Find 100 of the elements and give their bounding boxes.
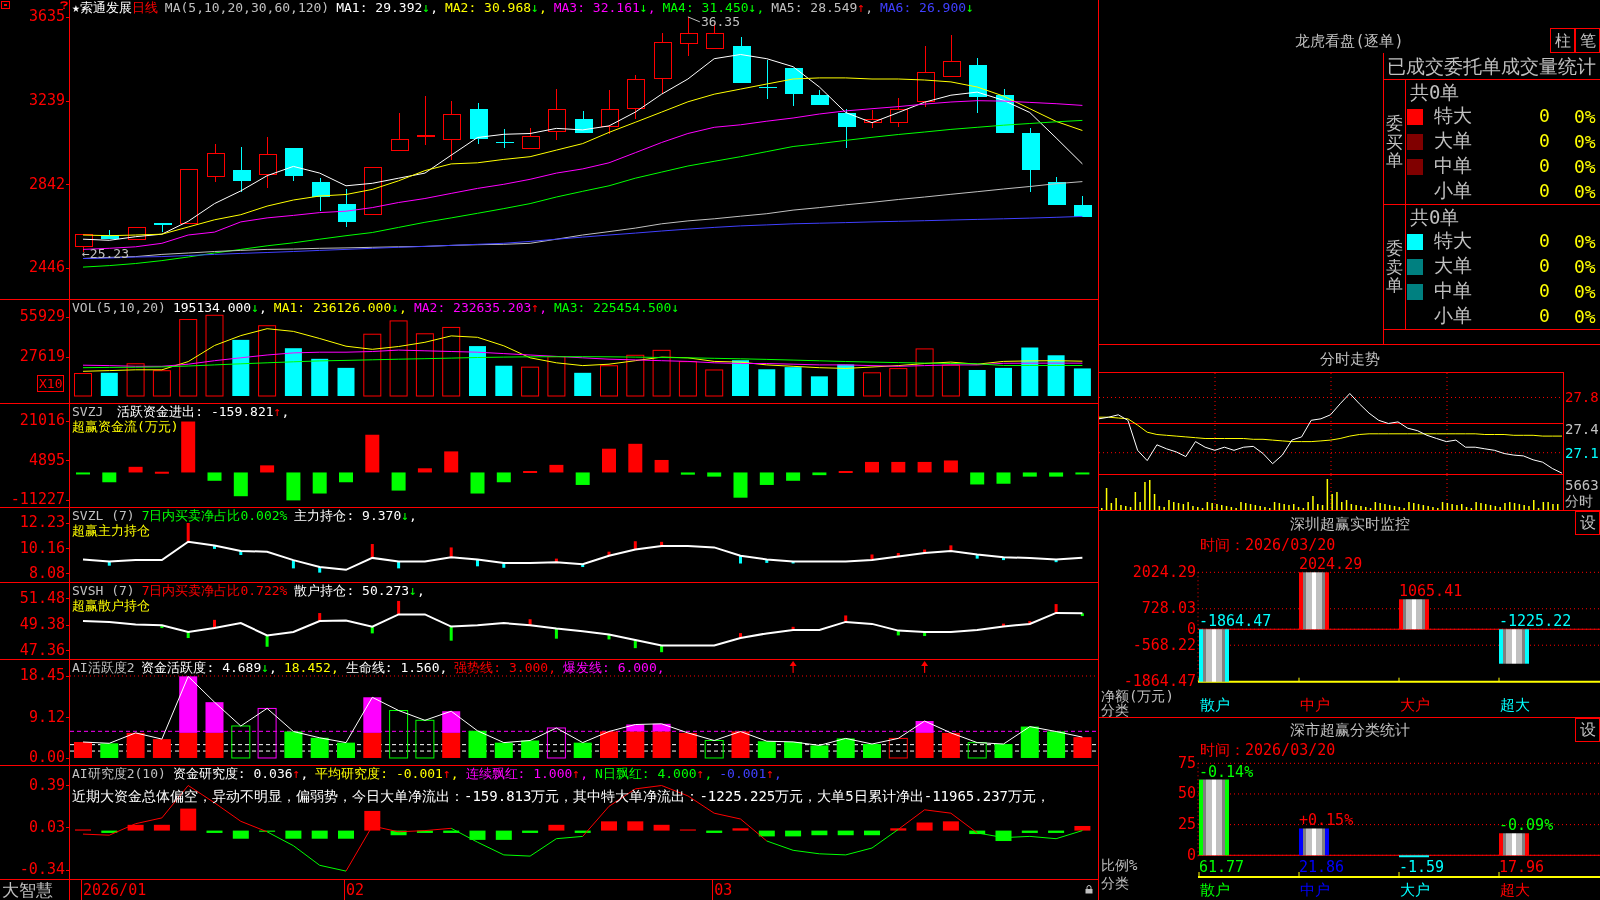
axis-tick-label: 55929 <box>19 309 65 325</box>
date-label: 2026/01 <box>83 882 147 898</box>
bar-value-label: 17.96 <box>1499 860 1545 875</box>
bar-value-label: 21.86 <box>1299 860 1345 875</box>
indicator-reading: -0.001↑, <box>719 766 782 781</box>
order-percent: 0% <box>1574 130 1596 153</box>
order-size-label: 小单 <box>1434 304 1472 326</box>
axis-tick-label: 2446 <box>28 260 65 276</box>
panel-title: 龙虎看盘(逐单) <box>1295 31 1404 50</box>
axis-tick-label: 0.39 <box>28 777 65 793</box>
axis-tick-label: 49.38 <box>19 617 65 633</box>
indicator-subtitle: 超赢资金流(万元) <box>72 419 179 434</box>
bar-value-label: 1065.41 <box>1399 584 1463 600</box>
change-percent-label: -0.14% <box>1199 764 1254 780</box>
group-label: 委卖单 <box>1386 238 1403 296</box>
axis-tick-label: 2842 <box>28 176 65 192</box>
indicator-name: SVSH (7) <box>72 583 135 598</box>
order-size-label: 大单 <box>1434 129 1472 151</box>
indicator-reading: 195134.000↓, <box>172 300 267 315</box>
axis-tick-label: 9.12 <box>28 709 65 725</box>
category-label: 散户 <box>1200 697 1230 714</box>
indicator-name: AI研究度2(10) <box>72 766 166 781</box>
category-label: 超大 <box>1500 697 1530 714</box>
indicator-reading: MA1: 29.392↓, <box>336 0 438 15</box>
table-title: 已成交委托单成交量统计 <box>1387 55 1596 77</box>
order-size-label: 大单 <box>1434 254 1472 276</box>
axis-tick-label: 21016 <box>19 413 65 429</box>
axis-tick-label: 8.08 <box>28 565 65 581</box>
indicator-name: SVZL (7) <box>72 508 135 523</box>
indicator-reading: MA3: 32.161↓, <box>553 0 656 15</box>
panel-title: 分时走势 <box>1319 349 1380 368</box>
axis-tick-label: 27.1 <box>1565 444 1599 461</box>
axis-title: 分类 <box>1101 876 1129 891</box>
indicator-reading: 主力持仓: 9.370↓, <box>294 508 417 523</box>
indicator-reading: 平均研究度: -0.001↑, <box>315 766 459 781</box>
order-size-label: 中单 <box>1434 279 1472 301</box>
order-percent: 0% <box>1574 180 1596 203</box>
indicator-name: SVZJ <box>72 404 104 419</box>
volume-scale-label: 5663 <box>1565 477 1599 493</box>
indicator-reading: 7日内买卖净占比0.002% <box>141 508 288 523</box>
axis-tick-label: 12.23 <box>19 515 65 531</box>
period-label: 日线 <box>131 0 158 15</box>
indicator-reading: 7日内买卖净占比0.722% <box>141 583 288 598</box>
axis-tick-label: 25 <box>1176 817 1196 833</box>
order-percent: 0% <box>1574 105 1596 128</box>
order-count: 0 <box>1539 104 1550 126</box>
axis-tick-label: 50 <box>1176 786 1196 802</box>
axis-tick-label: 27.8 <box>1565 389 1599 406</box>
axis-tick-label: -0.34 <box>19 862 65 878</box>
indicator-reading: N日飘红: 4.000↑, <box>595 766 713 781</box>
order-count: 0 <box>1539 229 1550 251</box>
price-annotation: 36.35 <box>700 14 741 29</box>
order-count: 0 <box>1539 154 1550 176</box>
axis-tick-label: 18.45 <box>19 668 65 684</box>
app-name: 大智慧 <box>2 880 53 900</box>
category-label: 中户 <box>1300 882 1330 899</box>
axis-tick-label: 3239 <box>28 93 65 108</box>
scale-label: X10 <box>37 375 65 392</box>
indicator-reading: 资金活跃度: 4.689↓, <box>141 660 277 675</box>
indicator-reading: 强势线: 3.000, <box>454 660 556 675</box>
indicator-reading: 连续飘红: 1.000↑, <box>465 766 588 781</box>
bar-value-label: 61.77 <box>1199 860 1245 875</box>
axis-tick-label: 2024.29 <box>1131 564 1196 580</box>
order-count: 0 <box>1539 179 1550 201</box>
order-size-label: 中单 <box>1434 154 1472 176</box>
axis-tick-label: 27.4 <box>1565 421 1599 437</box>
order-count: 0 <box>1539 304 1550 326</box>
axis-tick-label: 27619 <box>19 349 65 365</box>
bar-value-label: 2024.29 <box>1299 557 1363 573</box>
indicator-reading: MA4: 31.450↓, <box>662 0 765 15</box>
axis-tick-label: 728.03 <box>1140 601 1196 617</box>
group-total: 共0单 <box>1410 206 1460 228</box>
category-label: 超大 <box>1500 882 1530 899</box>
date-label: 03 <box>714 882 733 898</box>
indicator-reading: MA3: 225454.500↓ <box>554 300 680 315</box>
bar-value-label: -1864.47 <box>1199 614 1272 630</box>
chart-unit-label: 分时 <box>1565 493 1593 509</box>
stock-name: ★索通发展 <box>72 0 132 15</box>
axis-title: 净额(万元) <box>1101 689 1174 703</box>
indicator-name: AI活跃度2 <box>72 660 135 675</box>
panel-title: 深市超赢分类统计 <box>1289 721 1410 739</box>
indicator-subtitle: 超赢主力持仓 <box>72 523 150 538</box>
axis-tick-label: 47.36 <box>19 642 65 658</box>
axis-title: 比例% <box>1101 858 1138 873</box>
indicator-reading: MA5: 28.549↑, <box>771 0 873 15</box>
axis-tick-label: 0.03 <box>28 819 65 835</box>
order-count: 0 <box>1539 279 1550 301</box>
date-label: 02 <box>346 882 365 898</box>
panel-title: 深圳超赢实时监控 <box>1289 514 1410 533</box>
axis-tick-label: 4895 <box>28 452 65 468</box>
axis-tick-label: 75 <box>1176 755 1196 771</box>
axis-tick-label: 0.00 <box>28 750 65 766</box>
indicator-reading: MA2: 232635.203↑, <box>413 300 547 315</box>
indicator-reading: 爆发线: 6.000, <box>563 660 665 675</box>
indicator-name: MA(5,10,20,30,60,120) <box>164 0 330 15</box>
indicator-reading: 生命线: 1.560, <box>345 660 448 675</box>
order-count: 0 <box>1539 254 1550 276</box>
order-percent: 0% <box>1574 255 1596 278</box>
bar-value-label: -1.59 <box>1399 860 1445 875</box>
order-size-label: 特大 <box>1434 229 1472 251</box>
